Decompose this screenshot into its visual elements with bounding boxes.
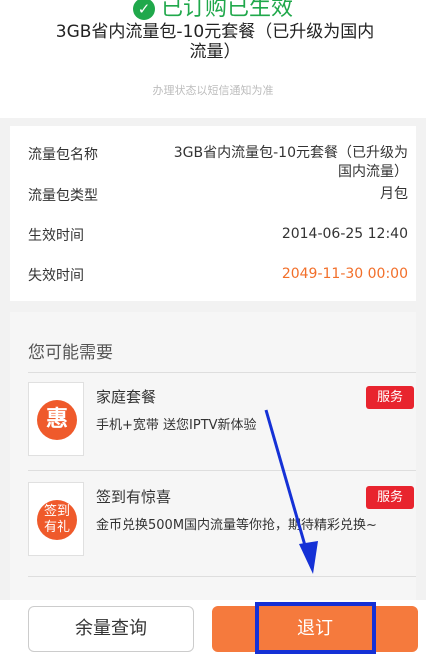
detail-label: 流量包名称 (28, 147, 98, 163)
item-name: 家庭套餐 (96, 388, 157, 406)
check-circle-icon: ✓ (132, 0, 155, 20)
detail-label: 流量包类型 (28, 188, 98, 204)
status-text: 已订购已生效 (160, 0, 293, 21)
sms-notice: 办理状态以短信通知为准 (152, 84, 274, 97)
expire-value: 2049-11-30 00:00 (281, 266, 408, 282)
detail-row-name: 流量包名称 3GB省内流量包-10元套餐（已升级为国内流量） (28, 144, 408, 184)
item-name: 签到有惊喜 (96, 488, 172, 506)
item-desc: 手机+宽带 送您IPTV新体验 (96, 418, 257, 433)
detail-value: 月包 (380, 186, 408, 202)
detail-value: 2014-06-25 12:40 (281, 226, 408, 242)
package-title: 3GB省内流量包-10元套餐（已升级为国内流量） (55, 22, 375, 62)
detail-label: 生效时间 (28, 228, 84, 244)
list-item-family-plan[interactable]: 惠 家庭套餐 手机+宽带 送您IPTV新体验 服务 (26, 376, 416, 466)
divider (28, 576, 416, 577)
discount-badge-icon: 惠 (37, 400, 77, 440)
signin-thumbnail: 签到 有礼 (28, 482, 84, 556)
service-tag[interactable]: 服务 (366, 486, 414, 509)
annotation-highlight-box (255, 602, 376, 654)
subscription-status-panel: ✓ 已订购已生效 3GB省内流量包-10元套餐（已升级为国内流量） 办理状态以短信… (0, 0, 426, 118)
divider (28, 470, 416, 471)
item-desc: 金币兑换500M国内流量等你抢，期待精彩兑换~ (96, 518, 377, 533)
list-item-signin[interactable]: 签到 有礼 签到有惊喜 金币兑换500M国内流量等你抢，期待精彩兑换~ 服务 (26, 476, 416, 566)
package-details: 流量包名称 3GB省内流量包-10元套餐（已升级为国内流量） 流量包类型 月包 … (10, 126, 416, 301)
divider (28, 372, 416, 373)
status-line: ✓ 已订购已生效 (0, 0, 426, 22)
signin-gift-icon: 签到 有礼 (37, 500, 77, 540)
recommendation-title: 您可能需要 (28, 343, 113, 363)
detail-value: 3GB省内流量包-10元套餐（已升级为国内流量） (173, 145, 408, 180)
detail-label: 失效时间 (28, 268, 84, 284)
service-tag[interactable]: 服务 (366, 386, 414, 409)
recommendation-section: 您可能需要 惠 家庭套餐 手机+宽带 送您IPTV新体验 服务 签到 有礼 签到… (10, 312, 416, 602)
family-plan-thumbnail: 惠 (28, 382, 84, 456)
balance-query-button[interactable]: 余量查询 (28, 606, 194, 652)
